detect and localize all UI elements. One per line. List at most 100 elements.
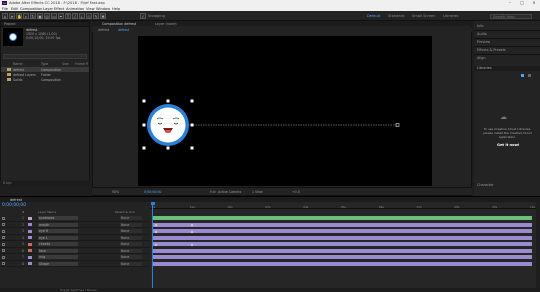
- snapping-checkbox-icon[interactable]: ✓: [140, 13, 146, 19]
- libraries-panel-title[interactable]: Libraries: [474, 66, 540, 71]
- rotate-tool-icon[interactable]: ↻: [30, 13, 36, 19]
- home-icon[interactable]: ⌂: [2, 13, 8, 19]
- workspace-default[interactable]: Default: [367, 14, 380, 18]
- project-col-frame-rate[interactable]: Frame R: [75, 62, 88, 66]
- clone-stamp-tool-icon[interactable]: ⊥: [79, 13, 85, 19]
- project-search-input[interactable]: [3, 54, 87, 59]
- parent-dropdown[interactable]: None: [120, 229, 142, 234]
- label-swatch[interactable]: [28, 229, 32, 233]
- comp-sub-tab-active[interactable]: defrest: [118, 28, 129, 32]
- active-camera-dropdown[interactable]: Active Camera: [218, 190, 241, 194]
- timeline-layer-row[interactable]: 8 Shape None: [0, 261, 150, 267]
- project-col-type[interactable]: Type: [41, 62, 48, 66]
- comp-sub-tab[interactable]: defrest: [98, 28, 109, 32]
- visibility-eye-icon[interactable]: [2, 255, 5, 259]
- layer-name[interactable]: Shape: [38, 261, 78, 266]
- visibility-eye-icon[interactable]: [2, 236, 5, 240]
- brush-tool-icon[interactable]: /: [72, 13, 78, 19]
- get-it-now-link[interactable]: Get it now!: [497, 143, 520, 147]
- tab-composition[interactable]: Composition defrest: [102, 22, 136, 26]
- panel-character[interactable]: Character: [477, 183, 494, 187]
- layer-duration-bar[interactable]: [152, 216, 532, 220]
- list-view-icon[interactable]: [528, 74, 531, 77]
- menu-help[interactable]: Help: [112, 7, 120, 11]
- layer-duration-bar[interactable]: [152, 261, 532, 266]
- hand-tool-icon[interactable]: ✋: [16, 13, 22, 19]
- rectangle-tool-icon[interactable]: ▭: [51, 13, 57, 19]
- project-panel-title[interactable]: Project: [1, 22, 89, 27]
- roto-brush-tool-icon[interactable]: ✎: [93, 13, 99, 19]
- camera-tool-icon[interactable]: ▣: [37, 13, 43, 19]
- parent-dropdown[interactable]: None: [120, 235, 142, 240]
- visibility-eye-icon[interactable]: [2, 242, 5, 246]
- bbox-handle[interactable]: [142, 99, 146, 103]
- magnification-dropdown[interactable]: 50%: [112, 190, 119, 194]
- workspace-small-screen[interactable]: Small Screen: [412, 14, 435, 18]
- layer-name[interactable]: ring: [38, 255, 78, 260]
- panel-effects-presets[interactable]: Effects & Presets: [477, 48, 506, 52]
- selection-tool-icon[interactable]: ➤: [9, 13, 15, 19]
- bbox-handle[interactable]: [190, 146, 194, 150]
- menu-edit[interactable]: Edit: [11, 7, 18, 11]
- layer-name[interactable]: mouth: [38, 222, 78, 227]
- timeline-col-layer-name[interactable]: Layer Name: [38, 210, 56, 214]
- label-swatch[interactable]: [28, 255, 32, 259]
- layer-duration-bar[interactable]: [152, 235, 532, 240]
- menu-view[interactable]: View: [86, 7, 95, 11]
- workspace-standard[interactable]: Standard: [388, 14, 404, 18]
- layer-name[interactable]: face: [38, 248, 78, 253]
- bbox-handle[interactable]: [190, 99, 194, 103]
- project-item[interactable]: Solids Composition: [1, 77, 89, 82]
- panel-preview[interactable]: Preview: [477, 40, 490, 44]
- label-swatch[interactable]: [28, 223, 32, 227]
- search-help-input[interactable]: Search Help: [490, 13, 532, 19]
- zoom-tool-icon[interactable]: ⌕: [23, 13, 29, 19]
- timeline-col-parent[interactable]: Parent & Link: [115, 210, 135, 214]
- layer-duration-bar[interactable]: [152, 242, 532, 246]
- tab-layer[interactable]: Layer (none): [155, 22, 177, 26]
- project-col-name[interactable]: Name: [13, 62, 22, 66]
- visibility-eye-icon[interactable]: [2, 262, 5, 266]
- panel-audio[interactable]: Audio: [477, 32, 487, 36]
- label-swatch[interactable]: [28, 236, 32, 240]
- panel-info[interactable]: Info: [477, 24, 483, 28]
- bbox-handle[interactable]: [166, 146, 170, 150]
- menu-effect[interactable]: Effect: [54, 7, 64, 11]
- parent-dropdown[interactable]: None: [120, 242, 142, 247]
- pan-behind-tool-icon[interactable]: ◎: [44, 13, 50, 19]
- label-swatch[interactable]: [28, 249, 32, 253]
- grid-view-icon[interactable]: [521, 74, 524, 77]
- current-time-display[interactable]: 0;00;00;00: [144, 190, 161, 194]
- puppet-tool-icon[interactable]: ✱: [100, 13, 106, 19]
- composition-canvas[interactable]: [138, 36, 432, 186]
- playhead-handle-icon[interactable]: [150, 202, 155, 205]
- project-col-size[interactable]: Size: [62, 62, 69, 66]
- layer-duration-bar[interactable]: [152, 222, 532, 227]
- toggle-switches-modes[interactable]: Toggle Switches / Modes: [60, 288, 97, 292]
- label-swatch[interactable]: [28, 242, 32, 246]
- bbox-handle[interactable]: [190, 123, 194, 127]
- parent-dropdown[interactable]: None: [120, 216, 142, 221]
- layer-name[interactable]: eye R: [38, 229, 78, 234]
- layer-name[interactable]: eyebrows: [38, 216, 78, 221]
- layer-duration-bar[interactable]: [152, 248, 532, 253]
- timeline-timecode[interactable]: 0;00;00;00: [2, 203, 26, 208]
- parent-dropdown[interactable]: None: [120, 248, 142, 253]
- parent-dropdown[interactable]: None: [120, 255, 142, 260]
- layer-name[interactable]: eye L: [38, 235, 78, 240]
- bbox-handle[interactable]: [166, 99, 170, 103]
- visibility-eye-icon[interactable]: [2, 216, 5, 220]
- exposure-value[interactable]: +0.0: [292, 190, 300, 194]
- bbox-handle[interactable]: [142, 146, 146, 150]
- layer-name[interactable]: cheeks: [38, 242, 78, 247]
- parent-dropdown[interactable]: None: [120, 261, 142, 266]
- workspace-libraries[interactable]: Libraries: [443, 14, 459, 18]
- resolution-dropdown[interactable]: Full: [210, 190, 215, 194]
- visibility-eye-icon[interactable]: [2, 229, 5, 233]
- visibility-eye-icon[interactable]: [2, 223, 5, 227]
- pen-tool-icon[interactable]: ✒: [58, 13, 64, 19]
- label-swatch[interactable]: [28, 216, 32, 220]
- views-dropdown[interactable]: 1 View: [252, 190, 263, 194]
- project-footer[interactable]: 8 bpc: [0, 181, 90, 186]
- label-swatch[interactable]: [28, 262, 32, 266]
